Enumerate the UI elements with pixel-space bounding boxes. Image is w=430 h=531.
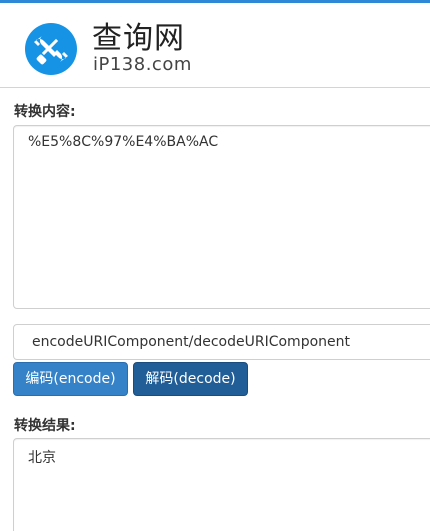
site-header: 查询网 iP138.com bbox=[0, 3, 430, 88]
brand-subtitle: iP138.com bbox=[93, 54, 192, 75]
brand-title: 查询网 bbox=[92, 21, 185, 56]
method-select[interactable]: encodeURIComponent/decodeURIComponent bbox=[13, 324, 430, 360]
page: 查询网 iP138.com 转换内容: %E5%8C%97%E4%BA%AC e… bbox=[0, 0, 430, 531]
input-textarea[interactable]: %E5%8C%97%E4%BA%AC bbox=[13, 125, 430, 309]
encode-button[interactable]: 编码(encode) bbox=[13, 362, 128, 396]
result-label: 转换结果: bbox=[14, 418, 76, 434]
tools-icon[interactable] bbox=[25, 23, 77, 75]
result-textarea[interactable]: 北京 bbox=[13, 438, 430, 531]
decode-button[interactable]: 解码(decode) bbox=[133, 362, 248, 396]
input-label: 转换内容: bbox=[14, 104, 76, 120]
